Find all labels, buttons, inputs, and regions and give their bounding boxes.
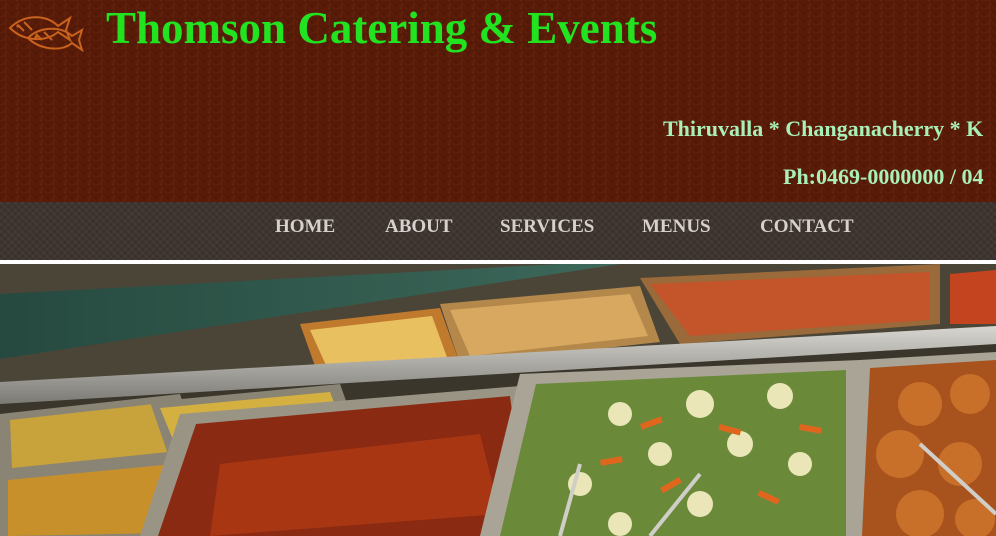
site-title[interactable]: Thomson Catering & Events <box>106 2 657 54</box>
locations-text: Thiruvalla * Changanacherry * K <box>663 116 984 141</box>
nav-home[interactable]: HOME <box>275 216 335 238</box>
main-nav: HOME ABOUT SERVICES MENUS CONTACT <box>0 202 996 260</box>
phone-text: Ph:0469-0000000 / 04 <box>783 164 984 189</box>
nav-about[interactable]: ABOUT <box>385 216 453 238</box>
site-header: Thomson Catering & Events Thiruvalla * C… <box>0 0 996 202</box>
nav-contact[interactable]: CONTACT <box>760 216 854 238</box>
nav-services[interactable]: SERVICES <box>500 216 594 238</box>
buffet-food-trays-image <box>0 264 996 536</box>
fish-logo-icon[interactable] <box>6 10 86 52</box>
page: Thomson Catering & Events Thiruvalla * C… <box>0 0 996 536</box>
nav-menus[interactable]: MENUS <box>642 216 711 238</box>
